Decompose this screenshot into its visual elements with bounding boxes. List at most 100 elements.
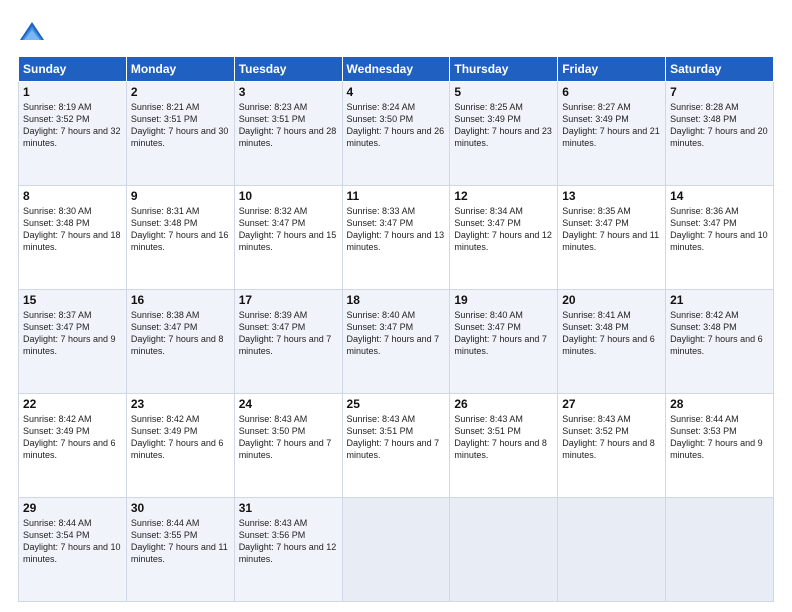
calendar-cell xyxy=(666,498,774,602)
calendar-cell: 4 Sunrise: 8:24 AMSunset: 3:50 PMDayligh… xyxy=(342,82,450,186)
day-number: 23 xyxy=(131,397,230,411)
header xyxy=(18,18,774,46)
day-number: 6 xyxy=(562,85,661,99)
page: SundayMondayTuesdayWednesdayThursdayFrid… xyxy=(0,0,792,612)
cell-content: Sunrise: 8:31 AMSunset: 3:48 PMDaylight:… xyxy=(131,206,229,252)
cell-content: Sunrise: 8:28 AMSunset: 3:48 PMDaylight:… xyxy=(670,102,768,148)
day-number: 15 xyxy=(23,293,122,307)
calendar-header: SundayMondayTuesdayWednesdayThursdayFrid… xyxy=(19,57,774,82)
calendar-cell: 8 Sunrise: 8:30 AMSunset: 3:48 PMDayligh… xyxy=(19,186,127,290)
calendar-cell xyxy=(558,498,666,602)
calendar-cell: 27 Sunrise: 8:43 AMSunset: 3:52 PMDaylig… xyxy=(558,394,666,498)
day-number: 31 xyxy=(239,501,338,515)
weekday-thursday: Thursday xyxy=(450,57,558,82)
week-row-2: 8 Sunrise: 8:30 AMSunset: 3:48 PMDayligh… xyxy=(19,186,774,290)
calendar-cell: 31 Sunrise: 8:43 AMSunset: 3:56 PMDaylig… xyxy=(234,498,342,602)
day-number: 16 xyxy=(131,293,230,307)
weekday-monday: Monday xyxy=(126,57,234,82)
cell-content: Sunrise: 8:37 AMSunset: 3:47 PMDaylight:… xyxy=(23,310,116,356)
week-row-3: 15 Sunrise: 8:37 AMSunset: 3:47 PMDaylig… xyxy=(19,290,774,394)
calendar-cell: 24 Sunrise: 8:43 AMSunset: 3:50 PMDaylig… xyxy=(234,394,342,498)
calendar-cell: 11 Sunrise: 8:33 AMSunset: 3:47 PMDaylig… xyxy=(342,186,450,290)
calendar-cell xyxy=(342,498,450,602)
calendar-cell: 7 Sunrise: 8:28 AMSunset: 3:48 PMDayligh… xyxy=(666,82,774,186)
weekday-sunday: Sunday xyxy=(19,57,127,82)
calendar-cell: 1 Sunrise: 8:19 AMSunset: 3:52 PMDayligh… xyxy=(19,82,127,186)
calendar-cell: 19 Sunrise: 8:40 AMSunset: 3:47 PMDaylig… xyxy=(450,290,558,394)
cell-content: Sunrise: 8:38 AMSunset: 3:47 PMDaylight:… xyxy=(131,310,224,356)
calendar-cell: 20 Sunrise: 8:41 AMSunset: 3:48 PMDaylig… xyxy=(558,290,666,394)
cell-content: Sunrise: 8:35 AMSunset: 3:47 PMDaylight:… xyxy=(562,206,659,252)
day-number: 22 xyxy=(23,397,122,411)
day-number: 25 xyxy=(347,397,446,411)
cell-content: Sunrise: 8:40 AMSunset: 3:47 PMDaylight:… xyxy=(347,310,440,356)
day-number: 29 xyxy=(23,501,122,515)
cell-content: Sunrise: 8:42 AMSunset: 3:49 PMDaylight:… xyxy=(23,414,116,460)
day-number: 2 xyxy=(131,85,230,99)
cell-content: Sunrise: 8:27 AMSunset: 3:49 PMDaylight:… xyxy=(562,102,660,148)
calendar-cell: 25 Sunrise: 8:43 AMSunset: 3:51 PMDaylig… xyxy=(342,394,450,498)
calendar-cell: 18 Sunrise: 8:40 AMSunset: 3:47 PMDaylig… xyxy=(342,290,450,394)
week-row-1: 1 Sunrise: 8:19 AMSunset: 3:52 PMDayligh… xyxy=(19,82,774,186)
logo xyxy=(18,18,50,46)
calendar-body: 1 Sunrise: 8:19 AMSunset: 3:52 PMDayligh… xyxy=(19,82,774,602)
day-number: 21 xyxy=(670,293,769,307)
calendar-cell: 28 Sunrise: 8:44 AMSunset: 3:53 PMDaylig… xyxy=(666,394,774,498)
day-number: 3 xyxy=(239,85,338,99)
calendar-cell xyxy=(450,498,558,602)
calendar-cell: 23 Sunrise: 8:42 AMSunset: 3:49 PMDaylig… xyxy=(126,394,234,498)
day-number: 12 xyxy=(454,189,553,203)
cell-content: Sunrise: 8:39 AMSunset: 3:47 PMDaylight:… xyxy=(239,310,332,356)
calendar-cell: 2 Sunrise: 8:21 AMSunset: 3:51 PMDayligh… xyxy=(126,82,234,186)
day-number: 18 xyxy=(347,293,446,307)
day-number: 11 xyxy=(347,189,446,203)
cell-content: Sunrise: 8:43 AMSunset: 3:51 PMDaylight:… xyxy=(454,414,547,460)
day-number: 17 xyxy=(239,293,338,307)
cell-content: Sunrise: 8:30 AMSunset: 3:48 PMDaylight:… xyxy=(23,206,121,252)
day-number: 9 xyxy=(131,189,230,203)
cell-content: Sunrise: 8:40 AMSunset: 3:47 PMDaylight:… xyxy=(454,310,547,356)
day-number: 20 xyxy=(562,293,661,307)
cell-content: Sunrise: 8:23 AMSunset: 3:51 PMDaylight:… xyxy=(239,102,337,148)
day-number: 8 xyxy=(23,189,122,203)
cell-content: Sunrise: 8:36 AMSunset: 3:47 PMDaylight:… xyxy=(670,206,768,252)
day-number: 28 xyxy=(670,397,769,411)
calendar-cell: 29 Sunrise: 8:44 AMSunset: 3:54 PMDaylig… xyxy=(19,498,127,602)
calendar-cell: 5 Sunrise: 8:25 AMSunset: 3:49 PMDayligh… xyxy=(450,82,558,186)
calendar-cell: 22 Sunrise: 8:42 AMSunset: 3:49 PMDaylig… xyxy=(19,394,127,498)
week-row-4: 22 Sunrise: 8:42 AMSunset: 3:49 PMDaylig… xyxy=(19,394,774,498)
calendar-cell: 9 Sunrise: 8:31 AMSunset: 3:48 PMDayligh… xyxy=(126,186,234,290)
day-number: 10 xyxy=(239,189,338,203)
cell-content: Sunrise: 8:34 AMSunset: 3:47 PMDaylight:… xyxy=(454,206,552,252)
calendar-cell: 3 Sunrise: 8:23 AMSunset: 3:51 PMDayligh… xyxy=(234,82,342,186)
day-number: 7 xyxy=(670,85,769,99)
cell-content: Sunrise: 8:43 AMSunset: 3:51 PMDaylight:… xyxy=(347,414,440,460)
cell-content: Sunrise: 8:24 AMSunset: 3:50 PMDaylight:… xyxy=(347,102,445,148)
weekday-saturday: Saturday xyxy=(666,57,774,82)
cell-content: Sunrise: 8:33 AMSunset: 3:47 PMDaylight:… xyxy=(347,206,445,252)
cell-content: Sunrise: 8:25 AMSunset: 3:49 PMDaylight:… xyxy=(454,102,552,148)
day-number: 1 xyxy=(23,85,122,99)
calendar-cell: 26 Sunrise: 8:43 AMSunset: 3:51 PMDaylig… xyxy=(450,394,558,498)
day-number: 13 xyxy=(562,189,661,203)
calendar-cell: 10 Sunrise: 8:32 AMSunset: 3:47 PMDaylig… xyxy=(234,186,342,290)
calendar-cell: 6 Sunrise: 8:27 AMSunset: 3:49 PMDayligh… xyxy=(558,82,666,186)
weekday-tuesday: Tuesday xyxy=(234,57,342,82)
day-number: 4 xyxy=(347,85,446,99)
calendar-cell: 13 Sunrise: 8:35 AMSunset: 3:47 PMDaylig… xyxy=(558,186,666,290)
day-number: 24 xyxy=(239,397,338,411)
calendar-cell: 16 Sunrise: 8:38 AMSunset: 3:47 PMDaylig… xyxy=(126,290,234,394)
cell-content: Sunrise: 8:44 AMSunset: 3:53 PMDaylight:… xyxy=(670,414,763,460)
cell-content: Sunrise: 8:43 AMSunset: 3:50 PMDaylight:… xyxy=(239,414,332,460)
calendar-cell: 15 Sunrise: 8:37 AMSunset: 3:47 PMDaylig… xyxy=(19,290,127,394)
cell-content: Sunrise: 8:32 AMSunset: 3:47 PMDaylight:… xyxy=(239,206,337,252)
day-number: 5 xyxy=(454,85,553,99)
cell-content: Sunrise: 8:41 AMSunset: 3:48 PMDaylight:… xyxy=(562,310,655,356)
calendar: SundayMondayTuesdayWednesdayThursdayFrid… xyxy=(18,56,774,602)
cell-content: Sunrise: 8:19 AMSunset: 3:52 PMDaylight:… xyxy=(23,102,121,148)
weekday-row: SundayMondayTuesdayWednesdayThursdayFrid… xyxy=(19,57,774,82)
calendar-cell: 21 Sunrise: 8:42 AMSunset: 3:48 PMDaylig… xyxy=(666,290,774,394)
weekday-friday: Friday xyxy=(558,57,666,82)
week-row-5: 29 Sunrise: 8:44 AMSunset: 3:54 PMDaylig… xyxy=(19,498,774,602)
day-number: 30 xyxy=(131,501,230,515)
